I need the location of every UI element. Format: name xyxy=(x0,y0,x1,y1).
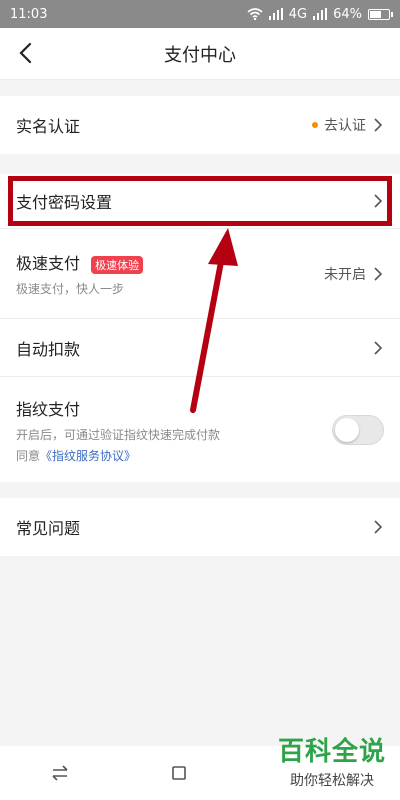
chevron-right-icon xyxy=(374,266,383,281)
real-name-auth-action: 去认证 xyxy=(312,115,384,135)
fast-pay-badge: 极速体验 xyxy=(91,255,144,274)
status-time: 11:03 xyxy=(10,6,48,22)
signal-icon xyxy=(268,8,283,20)
go-verify-text: 去认证 xyxy=(324,118,366,134)
fingerprint-agreement-line: 同意《指纹服务协议》 xyxy=(16,447,220,464)
fingerprint-pay-row: 指纹支付 开启后，可通过验证指纹快速完成付款 同意《指纹服务协议》 xyxy=(0,376,400,482)
fingerprint-pay-text: 指纹支付 开启后，可通过验证指纹快速完成付款 同意《指纹服务协议》 xyxy=(16,396,220,464)
fast-pay-text: 极速支付 极速体验 极速支付，快人一步 xyxy=(16,250,144,297)
faq-card: 常见问题 xyxy=(0,498,400,556)
nav-bar: 支付中心 xyxy=(0,28,400,80)
status-bar: 11:03 4G 64% xyxy=(0,0,400,28)
toggle-knob xyxy=(335,417,359,442)
status-dot xyxy=(312,122,318,128)
fast-pay-label: 极速支付 xyxy=(16,254,81,273)
watermark-sub-text: 助你轻松解决 xyxy=(289,773,374,789)
wifi-icon xyxy=(247,8,263,20)
battery-icon xyxy=(368,8,393,20)
chevron-left-icon xyxy=(19,42,32,64)
agree-prefix: 同意 xyxy=(16,448,41,463)
network-type: 4G xyxy=(288,6,308,22)
fast-pay-row[interactable]: 极速支付 极速体验 极速支付，快人一步 未开启 xyxy=(0,228,400,318)
watermark-main-text: 百科全说 xyxy=(277,737,386,767)
status-icons: 4G 64% xyxy=(247,6,393,22)
annotation-highlight-box xyxy=(8,176,392,226)
battery-percent: 64% xyxy=(333,6,362,22)
fingerprint-toggle[interactable] xyxy=(332,414,384,445)
identity-card: 实名认证 去认证 xyxy=(0,96,400,154)
switch-icon[interactable] xyxy=(51,765,69,781)
battery-fill xyxy=(370,10,381,18)
chevron-right-icon xyxy=(374,520,383,534)
fast-pay-status-text: 未开启 xyxy=(324,266,366,283)
auto-deduct-row[interactable]: 自动扣款 xyxy=(0,318,400,376)
real-name-auth-label: 实名认证 xyxy=(16,117,81,136)
fingerprint-agreement-link[interactable]: 《指纹服务协议》 xyxy=(40,449,136,463)
real-name-auth-row[interactable]: 实名认证 去认证 xyxy=(0,96,400,154)
fingerprint-pay-label: 指纹支付 xyxy=(16,399,81,419)
watermark-logo: 百科全说 助你轻松解决 xyxy=(278,731,386,790)
fast-pay-status: 未开启 xyxy=(324,264,384,284)
recents-icon[interactable] xyxy=(171,765,187,781)
page-title: 支付中心 xyxy=(164,44,236,66)
fingerprint-pay-subtitle: 开启后，可通过验证指纹快速完成付款 xyxy=(16,427,221,442)
chevron-right-icon xyxy=(374,340,383,355)
fast-pay-subtitle: 极速支付，快人一步 xyxy=(16,282,125,296)
auto-deduct-label: 自动扣款 xyxy=(16,339,81,359)
faq-row[interactable]: 常见问题 xyxy=(0,498,400,556)
faq-label: 常见问题 xyxy=(16,519,81,538)
back-button[interactable] xyxy=(12,40,38,66)
signal-icon-2 xyxy=(313,8,328,20)
chevron-right-icon xyxy=(374,118,383,132)
